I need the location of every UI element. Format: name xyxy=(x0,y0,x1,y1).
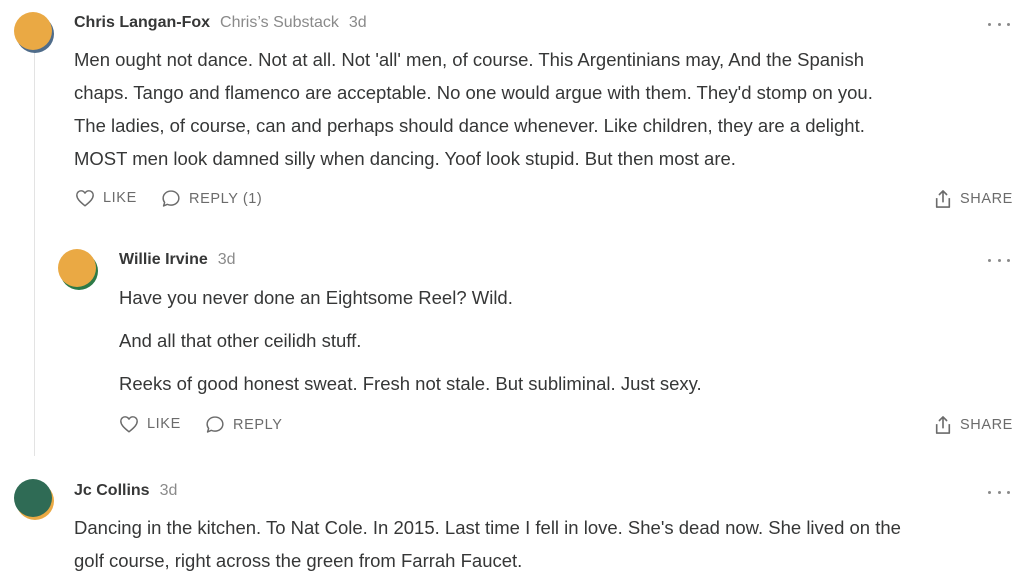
comment-text-line: MOST men look damned silly when dancing.… xyxy=(74,148,736,169)
like-label: LIKE xyxy=(103,190,137,206)
avatar[interactable] xyxy=(14,12,54,53)
heart-icon xyxy=(120,416,138,433)
share-label: SHARE xyxy=(960,417,1013,433)
reply-button[interactable]: REPLY xyxy=(205,415,282,434)
avatar[interactable] xyxy=(14,479,54,520)
share-label: SHARE xyxy=(960,191,1013,207)
share-button[interactable]: SHARE xyxy=(934,415,1013,435)
share-button[interactable]: SHARE xyxy=(934,189,1013,209)
comment-body: Have you never done an Eightsome Reel? W… xyxy=(119,281,702,400)
speech-bubble-icon xyxy=(162,190,180,207)
comment-body: Men ought not dance. Not at all. Not 'al… xyxy=(74,43,873,175)
like-label: LIKE xyxy=(147,416,181,432)
comment-author[interactable]: Willie Irvine xyxy=(119,251,208,269)
like-button[interactable]: LIKE xyxy=(119,415,181,433)
comment-body: Dancing in the kitchen. To Nat Cole. In … xyxy=(74,511,901,577)
comment-text-line: Dancing in the kitchen. To Nat Cole. In … xyxy=(74,517,901,538)
avatar[interactable] xyxy=(58,249,98,290)
comment-author[interactable]: Jc Collins xyxy=(74,482,150,500)
comment-publication[interactable]: Chris’s Substack xyxy=(220,14,339,32)
comment-timestamp[interactable]: 3d xyxy=(218,251,236,269)
more-options-button[interactable] xyxy=(988,256,1010,264)
reply-button[interactable]: REPLY (1) xyxy=(161,189,262,208)
comment-text-line: golf course, right across the green from… xyxy=(74,550,523,571)
comment-text-line: chaps. Tango and flamenco are acceptable… xyxy=(74,82,873,103)
comment-paragraph: Reeks of good honest sweat. Fresh not st… xyxy=(119,373,702,394)
comment-text-line: The ladies, of course, can and perhaps s… xyxy=(74,115,865,136)
speech-bubble-icon xyxy=(206,416,224,433)
reply-label: REPLY xyxy=(233,416,283,433)
comment-timestamp[interactable]: 3d xyxy=(349,14,367,32)
share-icon xyxy=(935,416,951,434)
reply-label: REPLY (1) xyxy=(189,190,263,207)
more-options-button[interactable] xyxy=(988,20,1010,28)
comment-paragraph: And all that other ceilidh stuff. xyxy=(119,330,362,351)
comment-paragraph: Have you never done an Eightsome Reel? W… xyxy=(119,287,513,308)
heart-icon xyxy=(76,190,94,207)
comment-author[interactable]: Chris Langan-Fox xyxy=(74,14,210,32)
like-button[interactable]: LIKE xyxy=(75,189,137,207)
comment-timestamp[interactable]: 3d xyxy=(160,482,178,500)
thread-line xyxy=(34,46,35,456)
comment-text-line: Men ought not dance. Not at all. Not 'al… xyxy=(74,49,864,70)
more-options-button[interactable] xyxy=(988,488,1010,496)
share-icon xyxy=(935,190,951,208)
